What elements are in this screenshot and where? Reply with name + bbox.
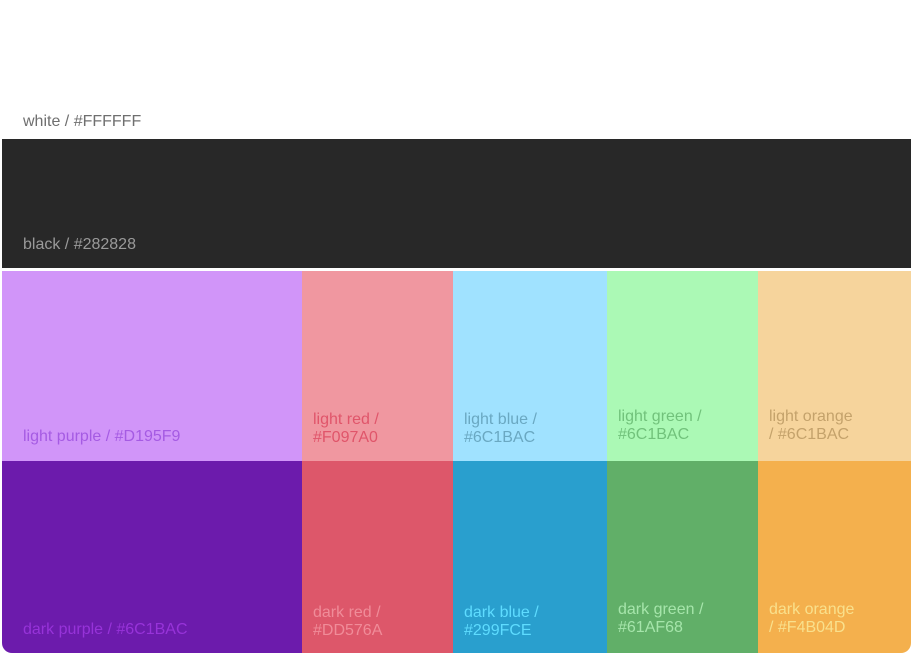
light-orange-label-line1: light orange — [769, 408, 853, 425]
light-blue-label: light blue / #6C1BAC — [464, 411, 537, 447]
dark-green-label: dark green / #61AF68 — [618, 601, 703, 637]
light-red-label: light red / #F097A0 — [313, 411, 379, 447]
black-swatch-label: black / #282828 — [23, 236, 136, 253]
light-orange-swatch: light orange / #6C1BAC — [758, 271, 911, 461]
dark-green-swatch: dark green / #61AF68 — [607, 461, 758, 653]
light-purple-swatch: light purple / #D195F9 — [2, 271, 302, 461]
white-swatch: white / #FFFFFF — [2, 0, 911, 139]
dark-red-label-line1: dark red / — [313, 604, 381, 621]
light-blue-label-line1: light blue / — [464, 411, 537, 428]
light-red-label-line2: #F097A0 — [313, 429, 378, 446]
dark-orange-label: dark orange / #F4B04D — [769, 601, 854, 637]
light-purple-label: light purple / #D195F9 — [23, 428, 181, 445]
dark-orange-label-line1: dark orange — [769, 601, 855, 618]
light-green-label: light green / #6C1BAC — [618, 408, 702, 444]
dark-orange-label-line2: / #F4B04D — [769, 619, 846, 636]
dark-blue-label-line1: dark blue / — [464, 604, 539, 621]
dark-purple-label: dark purple / #6C1BAC — [23, 621, 188, 638]
dark-orange-swatch: dark orange / #F4B04D — [758, 461, 911, 653]
light-red-swatch: light red / #F097A0 — [302, 271, 453, 461]
dark-green-label-line1: dark green / — [618, 601, 704, 618]
light-green-label-line2: #6C1BAC — [618, 426, 690, 443]
dark-green-label-line2: #61AF68 — [618, 619, 683, 636]
color-palette: white / #FFFFFF black / #282828 light pu… — [0, 0, 913, 655]
dark-blue-label-line2: #299FCE — [464, 622, 532, 639]
light-orange-label-line2: / #6C1BAC — [769, 426, 850, 443]
dark-purple-swatch: dark purple / #6C1BAC — [2, 461, 302, 653]
light-blue-swatch: light blue / #6C1BAC — [453, 271, 607, 461]
dark-red-swatch: dark red / #DD576A — [302, 461, 453, 653]
color-swatch-grid: light purple / #D195F9 light red / #F097… — [2, 271, 911, 653]
light-green-label-line1: light green / — [618, 408, 702, 425]
dark-red-label: dark red / #DD576A — [313, 604, 382, 640]
black-swatch: black / #282828 — [2, 139, 911, 268]
dark-red-label-line2: #DD576A — [313, 622, 383, 639]
dark-blue-swatch: dark blue / #299FCE — [453, 461, 607, 653]
dark-blue-label: dark blue / #299FCE — [464, 604, 539, 640]
white-swatch-label: white / #FFFFFF — [23, 113, 142, 130]
light-orange-label: light orange / #6C1BAC — [769, 408, 853, 444]
light-red-label-line1: light red / — [313, 411, 379, 428]
light-green-swatch: light green / #6C1BAC — [607, 271, 758, 461]
light-blue-label-line2: #6C1BAC — [464, 429, 536, 446]
